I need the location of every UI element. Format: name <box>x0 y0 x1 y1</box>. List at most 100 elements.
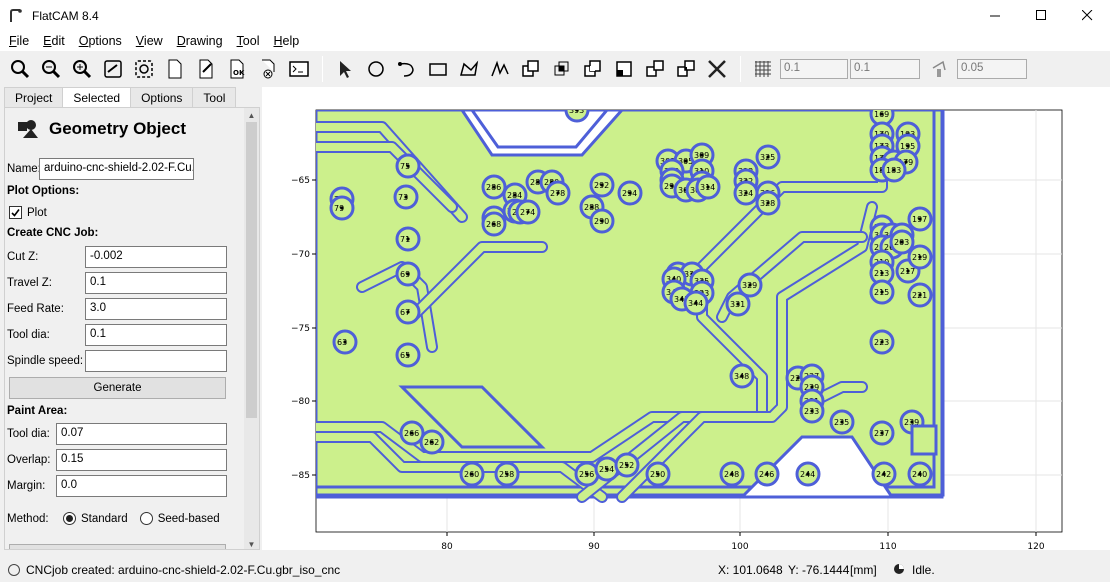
delete-button[interactable] <box>254 55 282 83</box>
menu-tool[interactable]: Tool <box>232 34 265 48</box>
editor-button[interactable] <box>192 55 220 83</box>
close-button[interactable] <box>1064 0 1110 31</box>
margin-label: Margin: <box>7 480 46 492</box>
menu-bar: File Edit Options View Drawing Tool Help <box>0 31 1110 51</box>
pad-label: 292 <box>594 181 609 190</box>
buffer-button[interactable] <box>641 55 669 83</box>
zoom-in-button[interactable] <box>37 55 65 83</box>
panel-scrollbar[interactable]: ▲ ▼ <box>244 108 259 549</box>
select-button[interactable] <box>331 55 359 83</box>
update-object-button[interactable]: OK <box>223 55 251 83</box>
circle-icon <box>368 61 384 77</box>
pad-label: 250 <box>650 470 665 479</box>
travel-z-input[interactable]: 0.1 <box>85 272 227 294</box>
tool-dia-label: Tool dia: <box>7 329 50 341</box>
y-tick-label: −75 <box>291 324 310 334</box>
overlap-input[interactable]: 0.15 <box>56 449 227 471</box>
intersection-button[interactable] <box>548 55 576 83</box>
tab-project[interactable]: Project <box>4 87 64 107</box>
menu-edit[interactable]: Edit <box>38 34 70 48</box>
pad-label: 286 <box>486 183 501 192</box>
margin-input[interactable]: 0.0 <box>56 475 227 497</box>
cut-z-input[interactable]: -0.002 <box>85 246 227 268</box>
scroll-down-icon[interactable]: ▼ <box>244 537 259 549</box>
minimize-button[interactable] <box>972 0 1018 31</box>
maximize-icon <box>1035 10 1046 20</box>
pad-label: 197 <box>912 215 927 224</box>
paint-tool-dia-label: Tool dia: <box>7 428 50 440</box>
paint-icon <box>677 60 695 77</box>
pad-label: 266 <box>404 429 419 438</box>
x-tick-label: 110 <box>879 542 896 550</box>
arc-icon <box>398 62 414 77</box>
polygon-button[interactable] <box>455 55 483 83</box>
menu-options[interactable]: Options <box>74 34 127 48</box>
pad-label: 183 <box>886 166 901 175</box>
tab-options[interactable]: Options <box>130 87 194 107</box>
generate-button[interactable]: Generate <box>9 377 226 399</box>
cut-button[interactable] <box>610 55 638 83</box>
pad-label: 73 <box>398 193 408 202</box>
plot-canvas[interactable]: 3931691701931731951751771791811837573716… <box>262 87 1110 552</box>
zoom-out-button[interactable] <box>68 55 96 83</box>
grid-snap-button[interactable] <box>749 55 777 83</box>
tab-selected[interactable]: Selected <box>62 87 132 108</box>
circle-button[interactable] <box>362 55 390 83</box>
grid-x-input[interactable]: 0.1 <box>780 59 848 79</box>
pad-label: 65 <box>400 351 410 360</box>
spindle-speed-input[interactable] <box>85 350 227 372</box>
method-standard-label: Standard <box>81 512 128 525</box>
clear-plot-button[interactable] <box>130 55 158 83</box>
tab-tool[interactable]: Tool <box>192 87 237 107</box>
update-object-icon: OK <box>230 59 245 79</box>
snap-max-input[interactable]: 0.05 <box>957 59 1027 79</box>
paint-tool-dia-input[interactable]: 0.07 <box>56 423 227 445</box>
feed-rate-input[interactable]: 3.0 <box>85 298 227 320</box>
zoom-fit-button[interactable] <box>6 55 34 83</box>
pad-label: 221 <box>912 291 927 300</box>
new-geometry-button[interactable] <box>161 55 189 83</box>
scrollbar-thumb[interactable] <box>246 122 257 418</box>
menu-view[interactable]: View <box>131 34 168 48</box>
flatcam-logo-icon <box>10 8 22 22</box>
radio-dot <box>66 515 73 522</box>
union-button[interactable] <box>517 55 545 83</box>
pad-label: 252 <box>619 461 634 470</box>
checkmark-icon <box>11 209 20 217</box>
maximize-button[interactable] <box>1018 0 1064 31</box>
scroll-up-icon[interactable]: ▲ <box>244 108 259 122</box>
units-label: [mm] <box>850 563 877 577</box>
path-button[interactable] <box>486 55 514 83</box>
shell-button[interactable] <box>285 55 313 83</box>
buffer-icon <box>646 60 664 77</box>
pad-label: 248 <box>724 470 739 479</box>
geometry-header: Geometry Object <box>13 108 245 150</box>
rectangle-button[interactable] <box>424 55 452 83</box>
tool-dia-input[interactable]: 0.1 <box>85 324 227 346</box>
menu-help[interactable]: Help <box>268 34 304 48</box>
rectangle-icon <box>429 63 447 76</box>
pad-label: 268 <box>486 220 501 229</box>
pad-label: 262 <box>424 438 439 447</box>
menu-drawing[interactable]: Drawing <box>172 34 228 48</box>
menu-file[interactable]: File <box>4 34 34 48</box>
polygon-icon <box>460 60 479 76</box>
corner-snap-button[interactable] <box>926 55 954 83</box>
activity-state: Idle. <box>912 563 935 577</box>
method-seed-radio[interactable] <box>139 512 153 525</box>
pcb-plot[interactable]: 3931691701931731951751771791811837573716… <box>262 87 1110 552</box>
method-standard-radio[interactable] <box>63 512 76 525</box>
subtraction-button[interactable] <box>579 55 607 83</box>
replot-button[interactable] <box>99 55 127 83</box>
paint-button-partial[interactable] <box>9 544 226 549</box>
paint-button[interactable] <box>672 55 700 83</box>
method-label: Method: <box>7 512 49 525</box>
arc-button[interactable] <box>393 55 421 83</box>
grid-y-input[interactable]: 0.1 <box>850 59 920 79</box>
subtraction-icon <box>584 60 601 77</box>
plot-checkbox[interactable] <box>9 206 22 219</box>
shell-icon <box>289 61 309 77</box>
delete-shape-button[interactable] <box>703 55 731 83</box>
name-field[interactable]: arduino-cnc-shield-2.02-F.Cu.gbr_iso <box>39 158 194 180</box>
panel-title: Geometry Object <box>49 119 186 138</box>
